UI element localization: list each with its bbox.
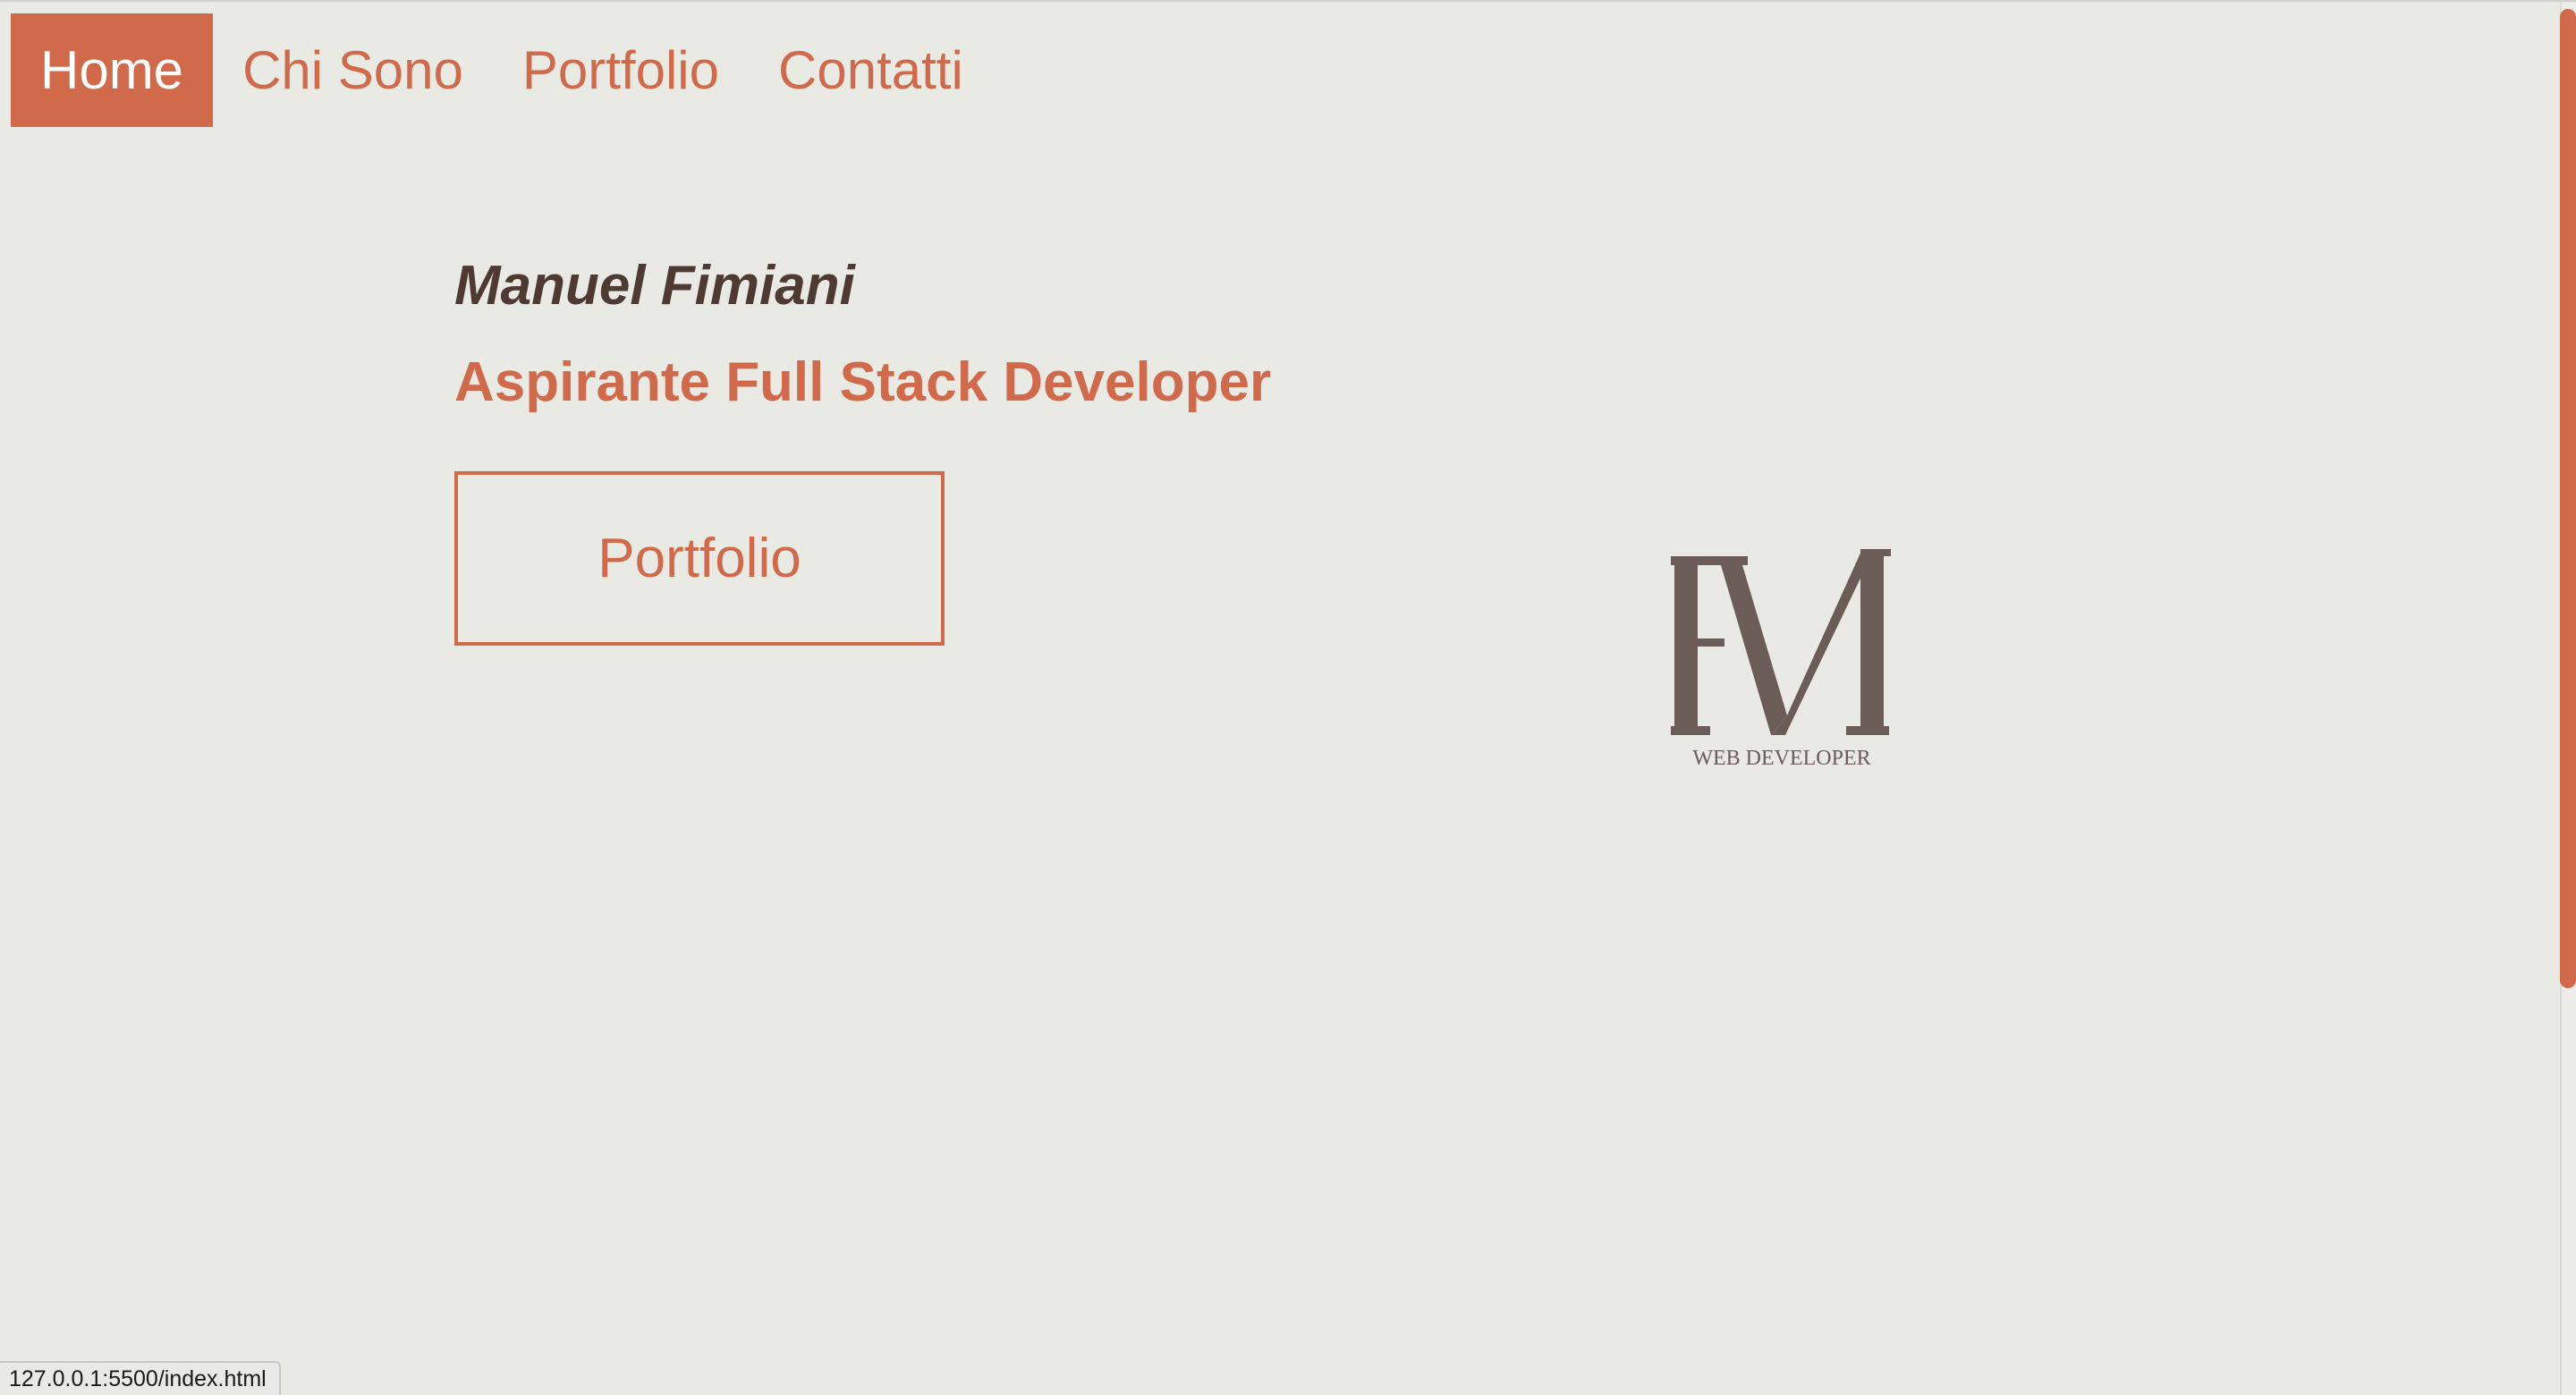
hero-name: Manuel Fimiani (454, 255, 855, 317)
logo-tagline: WEB DEVELOPER (1692, 747, 1870, 769)
nav-item-home[interactable]: Home (11, 13, 214, 127)
scrollbar[interactable] (2560, 2, 2576, 1395)
nav-item-contatti[interactable]: Contatti (749, 13, 993, 127)
portfolio-button[interactable]: Portfolio (454, 471, 945, 646)
fm-logo: WEB DEVELOPER (1671, 549, 1893, 769)
nav-item-portfolio[interactable]: Portfolio (493, 13, 749, 127)
main-nav: Home Chi Sono Portfolio Contatti (11, 13, 993, 127)
scrollbar-thumb[interactable] (2560, 9, 2576, 988)
fm-logo-graphic: WEB DEVELOPER (1671, 549, 1891, 769)
status-bar-url: 127.0.0.1:5500/index.html (0, 1361, 281, 1395)
page: Home Chi Sono Portfolio Contatti Manuel … (0, 0, 2576, 1395)
nav-item-chi-sono[interactable]: Chi Sono (213, 13, 493, 127)
hero-role: Aspirante Full Stack Developer (454, 351, 1272, 413)
